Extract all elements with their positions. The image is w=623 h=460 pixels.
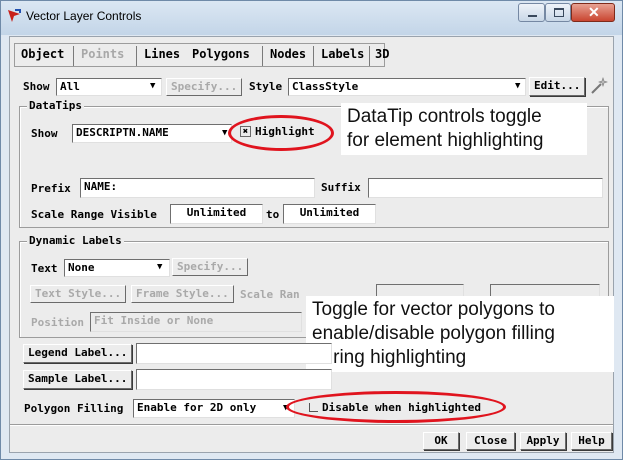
position-value: Fit Inside or None — [94, 314, 214, 327]
minimize-button[interactable] — [518, 3, 545, 22]
style-select[interactable]: ClassStyle — [288, 78, 526, 96]
annotation-polygon-filling: Toggle for vector polygons to enable/dis… — [306, 296, 614, 372]
legend-label-button[interactable]: Legend Label... — [23, 344, 133, 363]
show-value: All — [60, 80, 80, 93]
magic-wand-icon[interactable] — [589, 76, 609, 96]
prefix-value: NAME: — [84, 180, 118, 193]
show-label: Show — [23, 80, 50, 93]
maximize-button[interactable] — [545, 3, 571, 22]
prefix-label: Prefix — [31, 182, 71, 195]
sample-label-button[interactable]: Sample Label... — [23, 370, 133, 389]
annotation-polygon-line3: during highlighting — [312, 347, 467, 368]
chevron-down-icon: ▼ — [150, 81, 156, 91]
frame-style-button: Frame Style... — [131, 285, 234, 303]
highlight-ellipse — [228, 115, 334, 151]
tab-nodes[interactable]: Nodes — [265, 44, 311, 66]
style-value: ClassStyle — [292, 80, 359, 93]
polygon-filling-value: Enable for 2D only — [137, 401, 257, 414]
sample-label-input[interactable] — [136, 369, 332, 390]
dynamic-labels-group-label: Dynamic Labels — [27, 234, 124, 248]
bottom-divider — [10, 424, 613, 426]
datatips-show-value: DESCRIPTN.NAME — [76, 126, 169, 139]
tab-3d[interactable]: 3D — [370, 44, 394, 66]
datatips-show-label: Show — [31, 127, 58, 140]
datatips-group-label: DataTips — [27, 99, 84, 113]
app-icon — [8, 9, 21, 22]
tab-divider — [73, 46, 74, 66]
prefix-input[interactable]: NAME: — [80, 178, 315, 198]
suffix-input[interactable] — [368, 178, 603, 198]
annotation-datatips-line2: for element highlighting — [347, 130, 544, 151]
annotation-polygon-line1: Toggle for vector polygons to — [312, 299, 555, 320]
close-button[interactable]: Close — [466, 432, 515, 450]
scale-from-input[interactable]: Unlimited — [170, 204, 263, 224]
disable-highlight-ellipse — [286, 391, 506, 423]
text-specify-button: Specify... — [172, 258, 249, 276]
datatips-show-select[interactable]: DESCRIPTN.NAME — [72, 124, 232, 143]
text-style-button: Text Style... — [30, 285, 127, 303]
window-title: Vector Layer Controls — [26, 9, 142, 23]
tab-divider — [313, 46, 314, 66]
annotation-datatips-line1: DataTip controls toggle — [347, 106, 542, 127]
position-select: Fit Inside or None — [90, 312, 302, 332]
scale-to-label: to — [266, 208, 280, 221]
chevron-down-icon: ▼ — [157, 262, 163, 272]
tab-polygons[interactable]: Polygons — [187, 44, 255, 66]
text-value: None — [68, 261, 95, 274]
tab-labels[interactable]: Labels — [316, 44, 369, 66]
scale-range-label: Scale Range Visible — [31, 208, 157, 221]
tab-points: Points — [81, 47, 125, 61]
text-select[interactable]: None — [64, 259, 170, 277]
minimize-icon — [528, 15, 537, 17]
chevron-down-icon: ▼ — [515, 81, 521, 91]
annotation-datatips: DataTip controls toggle for element high… — [341, 103, 587, 155]
close-icon: ✕ — [588, 4, 600, 20]
ok-button[interactable]: OK — [423, 432, 459, 450]
scale-range-visible-label: Scale Ran — [240, 288, 300, 301]
apply-button[interactable]: Apply — [520, 432, 566, 450]
suffix-label: Suffix — [321, 181, 361, 194]
tab-divider — [136, 46, 137, 66]
annotation-polygon-line2: enable/disable polygon filling — [312, 323, 555, 344]
position-label: Position — [31, 316, 84, 329]
show-select[interactable]: All — [56, 78, 162, 96]
tab-divider — [262, 46, 263, 66]
tab-object[interactable]: Object — [16, 44, 69, 66]
help-button[interactable]: Help — [571, 432, 612, 450]
show-specify-button: Specify... — [166, 78, 243, 96]
edit-style-button[interactable]: Edit... — [529, 77, 586, 96]
text-label: Text — [31, 262, 58, 275]
scale-to-input[interactable]: Unlimited — [283, 204, 376, 224]
polygon-filling-select[interactable]: Enable for 2D only — [133, 399, 295, 418]
maximize-icon — [554, 8, 564, 17]
style-label: Style — [249, 80, 283, 93]
tab-lines[interactable]: Lines — [139, 44, 185, 66]
legend-label-input[interactable] — [136, 343, 332, 364]
close-window-button[interactable]: ✕ — [571, 3, 615, 22]
polygon-filling-label: Polygon Filling — [24, 402, 124, 415]
chevron-down-icon: ▼ — [222, 128, 228, 138]
